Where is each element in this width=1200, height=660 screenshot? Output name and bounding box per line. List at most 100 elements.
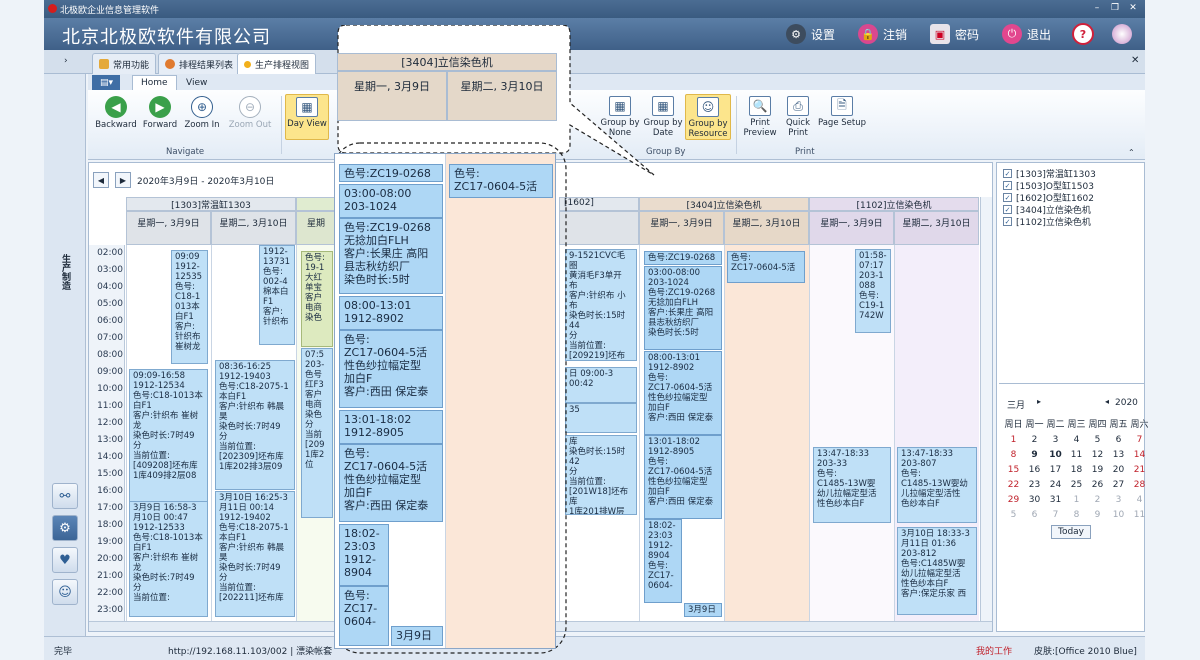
prev-year-icon[interactable]: ◂ [1105,397,1109,406]
callout-appointment[interactable]: 18:02- 23:03 1912- 8904 [339,524,389,586]
close-tab-icon[interactable]: ✕ [1131,55,1139,66]
appointment[interactable]: 色号: 19-1 大红 单宝 客户 电商 染色 [301,251,333,347]
callout-appointment[interactable]: 色号: ZC17-0604-5活 [449,164,553,198]
tab-schedule-view[interactable]: 生产排程视图 [237,53,317,74]
day-column[interactable] [724,245,809,621]
day-cell[interactable]: 23 [1024,480,1045,490]
day-cell[interactable]: 17 [1045,465,1066,475]
minimize-icon[interactable]: – [1091,3,1103,14]
day-cell[interactable]: 29 [1003,495,1024,505]
callout-appointment[interactable]: 色号: ZC17-0604-5活 性色纱拉幅定型 加白F 客户:西田 保定泰 [339,444,443,522]
day-cell[interactable]: 14 [1129,450,1150,460]
settings-button[interactable]: ⚙ 设置 [786,22,835,46]
today-button[interactable]: Today [1051,525,1091,539]
day-cell[interactable]: 16 [1024,465,1045,475]
zoom-in-button[interactable]: ⊕ Zoom In [176,94,228,140]
callout-appointment[interactable]: 色号: ZC17- 0604- [339,586,389,646]
callout-appointment[interactable]: 色号: ZC17-0604-5活 性色纱拉幅定型 加白F 客户:西田 保定泰 [339,330,443,408]
day-cell[interactable]: 9 [1087,510,1108,520]
appointment[interactable]: 3月10日 16:25-3 月11日 00:14 1912-19402 色号:C… [215,491,295,617]
day-cell[interactable]: 25 [1066,480,1087,490]
callout-appointment[interactable]: 03:00-08:00 203-1024 [339,184,443,218]
collapse-ribbon-icon[interactable]: ⌃ [1128,148,1135,157]
appointment[interactable]: 09:09 1912- 12535 色号: C18-1 013本 白F1 客户:… [171,250,208,364]
day-cell[interactable]: 22 [1003,480,1024,490]
appointment[interactable]: 01:58- 07:17 203-1 088 色号: C19-1 742W [855,249,891,333]
appointment[interactable]: 色号: ZC17-0604-5活 [727,251,805,283]
checkbox-checked-icon[interactable]: ✓ [1003,169,1012,178]
ribbon-tab-home[interactable]: Home [132,75,177,90]
day-cell[interactable]: 3 [1108,495,1129,505]
day-cell[interactable]: 19 [1087,465,1108,475]
appointment[interactable]: 13:47-18:33 203-807 色号: C1485-13W婴幼 儿拉幅定… [897,447,977,523]
day-cell[interactable]: 26 [1087,480,1108,490]
day-cell[interactable]: 2 [1087,495,1108,505]
next-range-button[interactable]: ▶ [115,172,131,188]
day-cell[interactable]: 13 [1108,450,1129,460]
zoom-out-button[interactable]: ⊖ Zoom Out [224,94,276,140]
day-cell[interactable]: 24 [1045,480,1066,490]
day-cell[interactable]: 7 [1045,510,1066,520]
day-cell[interactable]: 2 [1024,435,1045,445]
resource-filter-item[interactable]: ✓ [1102]立信染色机 [1003,215,1091,228]
appointment[interactable]: 3月9日 [684,603,722,617]
day-cell[interactable]: 18 [1066,465,1087,475]
appointment[interactable]: 07:5 203- 色号 红F3 客户 电商 染色 分 当前 [209 1库2 … [301,348,333,518]
checkbox-checked-icon[interactable]: ✓ [1003,205,1012,214]
day-cell[interactable]: 9 [1024,450,1045,460]
logout-button[interactable]: 🔒 注销 [858,22,907,46]
day-cell[interactable]: 1 [1066,495,1087,505]
appointment[interactable]: 3月9日 16:58-3 月10日 00:47 1912-12533 色号:C1… [129,501,208,617]
appointment[interactable]: 13:47-18:33 203-33 色号: C1485-13W婴 幼儿拉幅定型… [813,447,891,523]
print-preview-button[interactable]: 🔍 Print Preview [738,94,782,140]
checkbox-checked-icon[interactable]: ✓ [1003,193,1012,202]
day-cell[interactable]: 30 [1024,495,1045,505]
user-icon[interactable]: ☺ [52,579,78,605]
day-cell[interactable]: 8 [1003,450,1024,460]
day-cell[interactable]: 5 [1003,510,1024,520]
appointment[interactable]: 08:36-16:25 1912-19403 色号:C18-2075-1 本白F… [215,360,295,490]
day-cell[interactable]: 10 [1045,450,1066,460]
day-cell[interactable]: 4 [1129,495,1150,505]
password-button[interactable]: ▣ 密码 [930,22,979,46]
day-cell[interactable]: 3 [1045,435,1066,445]
tab-schedule-list[interactable]: 排程结果列表 [158,53,241,74]
vertical-scrollbar[interactable] [980,197,992,621]
callout-appointment[interactable]: 色号:ZC19-0268 [339,164,443,182]
day-cell[interactable]: 11 [1066,450,1087,460]
day-cell[interactable]: 7 [1129,435,1150,445]
ribbon-tab-view[interactable]: View [178,75,215,90]
checkbox-checked-icon[interactable]: ✓ [1003,217,1012,226]
my-work-link[interactable]: 我的工作 [976,644,1012,657]
day-cell[interactable]: 12 [1087,450,1108,460]
day-cell[interactable]: 20 [1108,465,1129,475]
day-cell[interactable]: 27 [1108,480,1129,490]
group-resource-button[interactable]: ☺ Group by Resource [685,94,731,140]
checkbox-checked-icon[interactable]: ✓ [1003,181,1012,190]
next-month-icon[interactable]: ▸ [1037,397,1041,406]
day-cell[interactable]: 15 [1003,465,1024,475]
gear-nav-icon[interactable]: ⚙ [52,515,78,541]
restore-icon[interactable]: ❐ [1109,3,1121,14]
quick-print-button[interactable]: ⎙ Quick Print [778,94,818,140]
day-cell[interactable]: 10 [1108,510,1129,520]
page-setup-button[interactable]: 🗎 Page Setup [816,94,868,140]
day-cell[interactable]: 4 [1066,435,1087,445]
appointment[interactable]: 09:09-16:58 1912-12534 色号:C18-1013本 白F1 … [129,369,208,504]
help-button[interactable]: ? [1072,22,1094,46]
app-menu-button[interactable]: ▤▾ [92,75,120,90]
day-cell[interactable]: 28 [1129,480,1150,490]
day-cell[interactable]: 8 [1066,510,1087,520]
close-window-icon[interactable]: ✕ [1127,3,1139,14]
day-cell[interactable]: 11 [1129,510,1150,520]
callout-appointment[interactable]: 08:00-13:01 1912-8902 [339,296,443,330]
callout-appointment[interactable]: 13:01-18:02 1912-8905 [339,410,443,444]
day-view-button[interactable]: ▦ Day View [285,94,329,140]
heart-icon[interactable]: ♥ [52,547,78,573]
prev-range-button[interactable]: ◀ [93,172,109,188]
expand-chevron-icon[interactable]: › [64,56,68,66]
theme-button[interactable] [1112,22,1132,46]
day-cell[interactable]: 6 [1108,435,1129,445]
appointment[interactable]: 3月10日 18:33-3 月11日 01:36 203-812 色号:C148… [897,527,977,615]
day-cell[interactable]: 21 [1129,465,1150,475]
